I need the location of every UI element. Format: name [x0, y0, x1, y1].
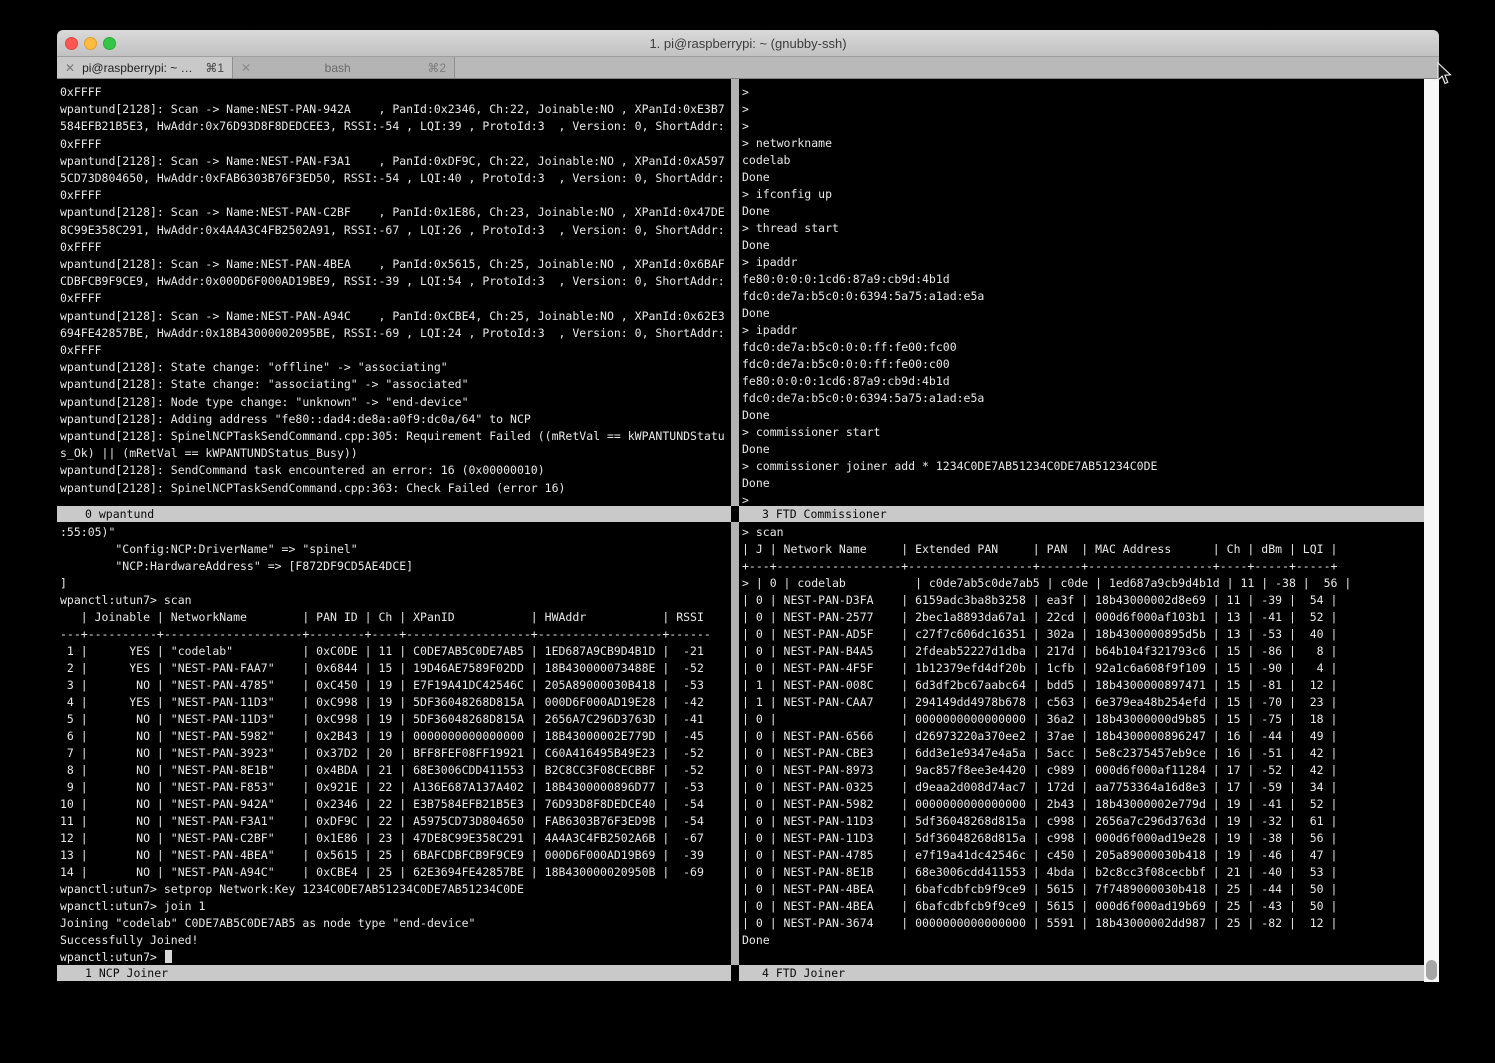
pane-ftd-joiner[interactable]: > scan | J | Network Name | Extended PAN… — [739, 522, 1427, 967]
pane-status-label: 1 NCP Joiner — [85, 966, 168, 980]
tab-bar: ✕ pi@raspberrypi: ~ (g... ⌘1 ✕ bash ⌘2 — [57, 57, 1439, 79]
pane-ftd-commissioner[interactable]: > > > > networkname codelab Done > ifcon… — [739, 79, 1427, 511]
tab-bash[interactable]: ✕ bash ⌘2 — [233, 57, 455, 78]
tab-label: pi@raspberrypi: ~ (g... — [82, 61, 195, 75]
pane-status-label: 0 wpantund — [85, 507, 154, 521]
pane-status-ncp-joiner[interactable]: 1 NCP Joiner — [57, 965, 731, 981]
pane-status-label: 4 FTD Joiner — [762, 966, 845, 980]
pane-wpantund-log[interactable]: 0xFFFF wpantund[2128]: Scan -> Name:NEST… — [57, 79, 734, 511]
close-tab-icon[interactable]: ✕ — [65, 61, 75, 75]
shell-prompt: wpanctl:utun7> — [60, 950, 164, 964]
pane-status-label: 3 FTD Commissioner — [762, 507, 887, 521]
scrollbar-thumb[interactable] — [1426, 960, 1437, 980]
tab-shortcut: ⌘1 — [205, 61, 224, 75]
pane-divider-vertical-top[interactable] — [731, 79, 739, 506]
text-cursor — [165, 950, 172, 963]
close-tab-icon[interactable]: ✕ — [241, 61, 251, 75]
tab-shortcut: ⌘2 — [427, 61, 446, 75]
tab-bar-empty-area — [455, 57, 1439, 78]
tab-label: bash — [258, 61, 417, 75]
pane-status-wpantund[interactable]: 0 wpantund — [57, 506, 731, 522]
tab-ssh-session[interactable]: ✕ pi@raspberrypi: ~ (g... ⌘1 — [57, 57, 233, 78]
window-titlebar[interactable]: 1. pi@raspberrypi: ~ (gnubby-ssh) — [57, 30, 1439, 57]
scrollbar[interactable] — [1424, 79, 1439, 982]
pane-status-ftd-commissioner[interactable]: 3 FTD Commissioner — [739, 506, 1424, 522]
pane-divider-vertical-bottom[interactable] — [731, 522, 739, 965]
window-title: 1. pi@raspberrypi: ~ (gnubby-ssh) — [57, 30, 1439, 57]
terminal-content: 0xFFFF wpantund[2128]: Scan -> Name:NEST… — [57, 79, 1439, 982]
desktop-background: { "window": { "title": "1. pi@raspberryp… — [0, 0, 1495, 1063]
mouse-cursor — [1436, 62, 1452, 86]
shell-prompt-line[interactable]: wpanctl:utun7> — [60, 949, 172, 966]
terminal-window: 1. pi@raspberrypi: ~ (gnubby-ssh) ✕ pi@r… — [57, 30, 1439, 982]
pane-status-ftd-joiner[interactable]: 4 FTD Joiner — [739, 965, 1424, 981]
pane-ncp-joiner[interactable]: :55:05)" "Config:NCP:DriverName" => "spi… — [57, 522, 734, 967]
